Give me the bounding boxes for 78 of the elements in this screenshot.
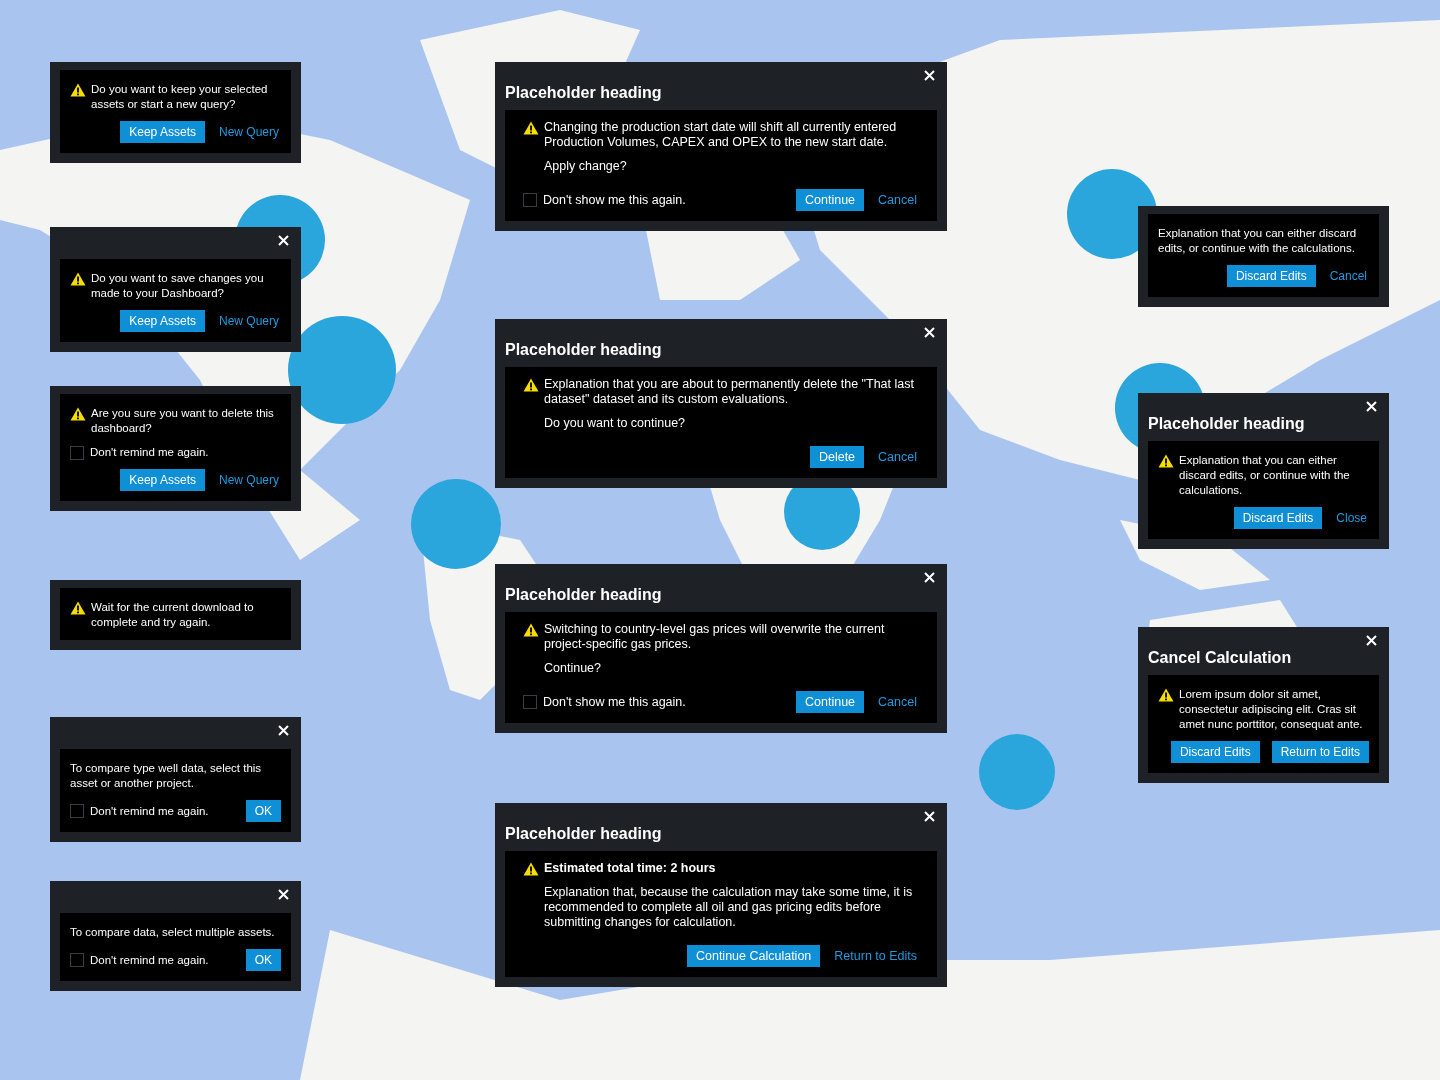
- close-button[interactable]: [922, 70, 937, 81]
- close-icon: [924, 327, 935, 338]
- primary-button[interactable]: OK: [245, 800, 281, 822]
- checkbox-option[interactable]: Don't show me this again.: [523, 694, 686, 710]
- message-text: Explanation that, because the calculation may take some time, it is recommended to complete all oil and gas pricing edits before submitting changes for calculation.: [543, 885, 914, 930]
- message-text: Are you sure you want to delete this dashboard?: [91, 406, 275, 436]
- close-button[interactable]: [1364, 401, 1379, 412]
- primary-button[interactable]: Discard Edits: [1226, 265, 1316, 287]
- text-link-button[interactable]: Return to Edits: [832, 945, 919, 967]
- message-text: To compare data, select multiple assets.: [70, 925, 275, 940]
- warning-icon: [70, 407, 86, 421]
- close-icon: [278, 235, 289, 246]
- message-text: Apply change?: [543, 159, 628, 174]
- checkbox-option[interactable]: Don't show me this again.: [523, 192, 686, 208]
- warning-icon: [1158, 454, 1174, 468]
- text-link-button[interactable]: Cancel: [876, 446, 919, 468]
- close-button[interactable]: [1364, 635, 1379, 646]
- primary-button[interactable]: Return to Edits: [1271, 741, 1369, 763]
- message-text: Switching to country-level gas prices will overwrite the current project-specific gas prices.: [544, 622, 886, 652]
- warning-icon: [70, 272, 86, 286]
- warning-icon: [523, 121, 539, 135]
- close-icon: [278, 889, 289, 900]
- dialog-heading: Placeholder heading: [505, 341, 663, 359]
- message-text: To compare type well data, select this asset or another project.: [70, 761, 263, 791]
- text-link-button[interactable]: New Query: [216, 121, 281, 143]
- primary-button[interactable]: Continue Calculation: [686, 945, 821, 967]
- message-text: Explanation that you are about to permanently delete the "That last dataset" dataset and its custom evaluations.: [544, 377, 915, 407]
- text-link-button[interactable]: Cancel: [1327, 265, 1369, 287]
- close-button[interactable]: [922, 572, 937, 583]
- message-text: Do you want to keep your selected assets or start a new query?: [91, 82, 269, 112]
- dialog-heading: Placeholder heading: [505, 84, 663, 102]
- close-icon: [1366, 635, 1377, 646]
- close-button[interactable]: [276, 889, 291, 900]
- text-link-button[interactable]: Close: [1334, 507, 1369, 529]
- dialog-heading: Cancel Calculation: [1148, 649, 1293, 667]
- primary-button[interactable]: Discard Edits: [1170, 741, 1260, 763]
- warning-icon: [523, 623, 539, 637]
- checkbox-option[interactable]: Don't remind me again.: [70, 803, 209, 819]
- primary-button[interactable]: OK: [245, 949, 281, 971]
- primary-button[interactable]: Keep Assets: [120, 310, 205, 332]
- message-text: Do you want to continue?: [543, 416, 687, 431]
- warning-icon: [523, 378, 539, 392]
- close-icon: [924, 572, 935, 583]
- close-icon: [278, 725, 289, 736]
- primary-button[interactable]: Keep Assets: [120, 121, 205, 143]
- primary-button[interactable]: Continue: [796, 189, 865, 211]
- primary-button[interactable]: Delete: [809, 446, 865, 468]
- message-text: Do you want to save changes you made to your Dashboard?: [91, 271, 265, 301]
- warning-icon: [70, 83, 86, 97]
- message-text: Changing the production start date will shift all currently entered Production Volumes, CAPEX and OPEX to the new start date.: [544, 120, 898, 150]
- text-link-button[interactable]: New Query: [216, 310, 281, 332]
- text-link-button[interactable]: New Query: [216, 469, 281, 491]
- text-link-button[interactable]: Cancel: [876, 691, 919, 713]
- primary-button[interactable]: Keep Assets: [120, 469, 205, 491]
- close-button[interactable]: [922, 811, 937, 822]
- checkbox-option[interactable]: Don't remind me again.: [70, 952, 209, 968]
- warning-icon: [1158, 688, 1174, 702]
- message-text: Wait for the current download to complete and try again.: [91, 600, 255, 630]
- dialog-heading: Placeholder heading: [505, 825, 663, 843]
- message-text: Explanation that you can either discard edits, or continue with the calculations.: [1179, 453, 1351, 498]
- close-button[interactable]: [922, 327, 937, 338]
- close-button[interactable]: [276, 725, 291, 736]
- message-text: Continue?: [543, 661, 602, 676]
- close-icon: [924, 811, 935, 822]
- warning-icon: [523, 862, 539, 876]
- close-icon: [924, 70, 935, 81]
- close-icon: [1366, 401, 1377, 412]
- warning-icon: [70, 601, 86, 615]
- dialog-heading: Placeholder heading: [505, 586, 663, 604]
- message-text: Lorem ipsum dolor sit amet, consectetur adipiscing elit. Cras sit amet nunc porttitor, consequat ante.: [1179, 687, 1364, 732]
- dialog-heading: Placeholder heading: [1148, 415, 1306, 433]
- checkbox-option[interactable]: Don't remind me again.: [70, 445, 281, 460]
- close-button[interactable]: [276, 235, 291, 246]
- primary-button[interactable]: Continue: [796, 691, 865, 713]
- message-text: Explanation that you can either discard edits, or continue with the calculations.: [1158, 226, 1358, 256]
- text-link-button[interactable]: Cancel: [876, 189, 919, 211]
- primary-button[interactable]: Discard Edits: [1233, 507, 1323, 529]
- message-text: Estimated total time: 2 hours: [544, 861, 716, 876]
